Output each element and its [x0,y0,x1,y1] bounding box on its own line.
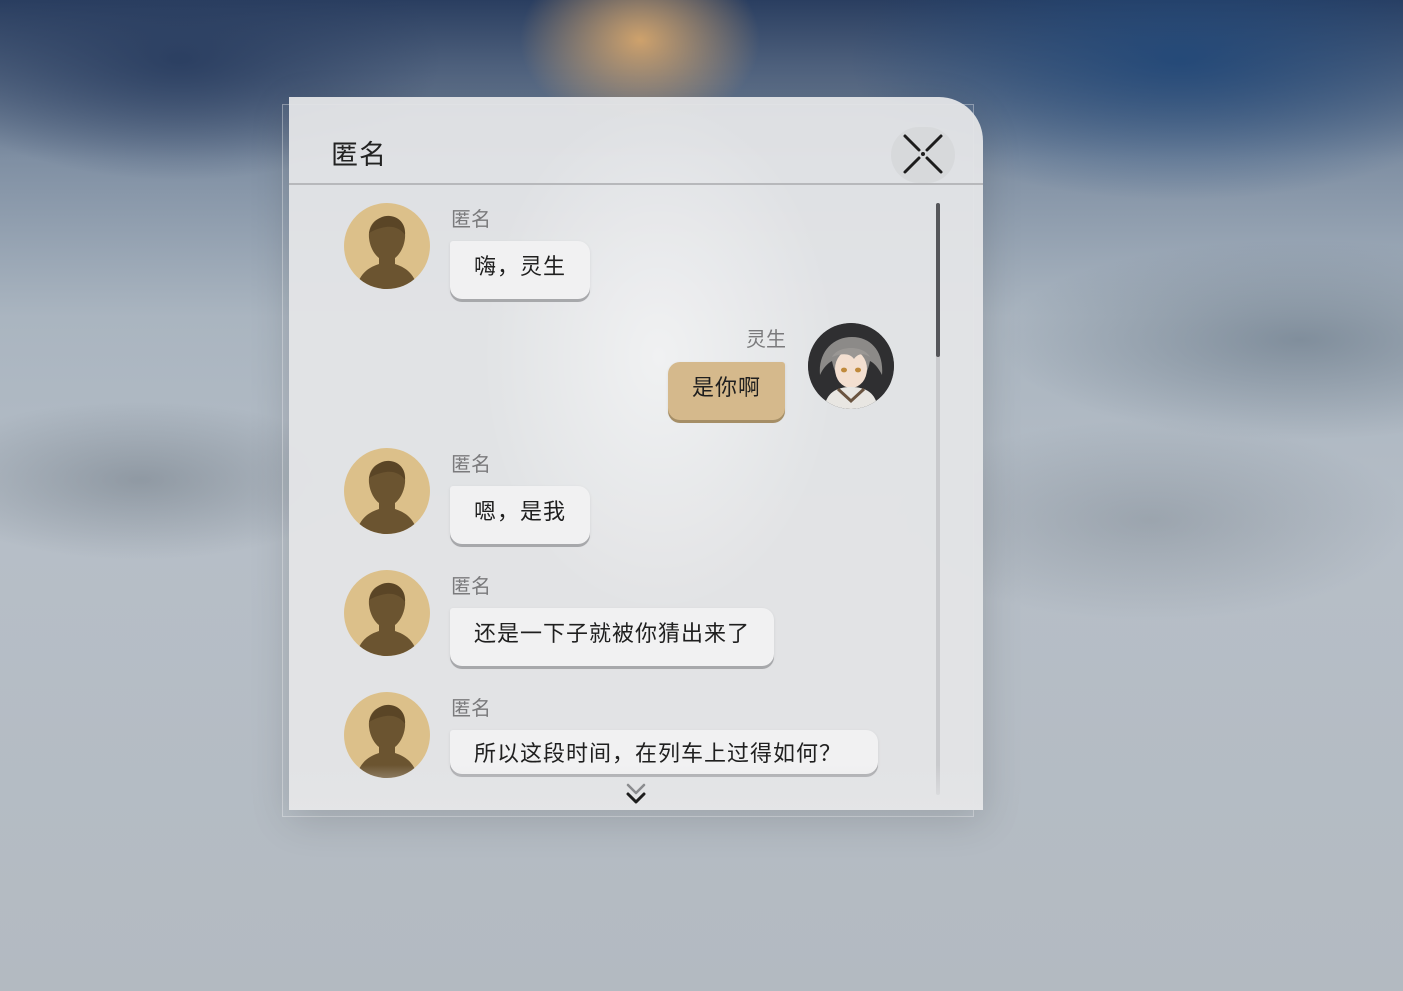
dialog-title: 匿名 [331,140,387,171]
message-bubble[interactable]: 所以这段时间，在列车上过得如何？ [450,730,878,774]
silhouette-avatar-icon [356,215,418,289]
avatar [344,692,430,778]
chat-dialog: 匿名 匿名 嗨，灵生 灵生 是你啊 匿名 嗯，是我 匿名 还是一下子就被你猜出来… [289,97,983,810]
scroll-more-button[interactable] [622,781,650,809]
message-item: 匿名 还是一下子就被你猜出来了 [289,552,983,674]
sender-name: 匿名 [451,574,491,598]
sender-name: 匿名 [451,207,491,231]
message-item: 匿名 嗨，灵生 [289,185,983,305]
avatar [344,448,430,534]
scrollbar-thumb[interactable] [936,203,940,357]
avatar [808,323,894,409]
silhouette-avatar-icon [356,704,418,778]
sender-name: 匿名 [451,696,491,720]
close-icon [903,134,943,174]
close-button[interactable] [891,127,955,183]
message-bubble[interactable]: 还是一下子就被你猜出来了 [450,608,775,666]
character-avatar-icon [808,323,894,409]
avatar [344,570,430,656]
message-list[interactable]: 匿名 嗨，灵生 灵生 是你啊 匿名 嗯，是我 匿名 还是一下子就被你猜出来了 匿… [289,185,983,810]
message-bubble[interactable]: 嗨，灵生 [450,241,591,299]
message-bubble[interactable]: 嗯，是我 [450,486,591,544]
dialog-header: 匿名 [289,97,983,185]
message-item: 匿名 嗯，是我 [289,430,983,552]
sender-name: 灵生 [746,327,786,351]
silhouette-avatar-icon [356,582,418,656]
silhouette-avatar-icon [356,460,418,534]
chevron-double-down-icon [626,783,646,804]
sender-name: 匿名 [451,452,491,476]
message-item: 灵生 是你啊 [289,305,983,427]
message-bubble[interactable]: 是你啊 [668,362,786,420]
avatar [344,203,430,289]
